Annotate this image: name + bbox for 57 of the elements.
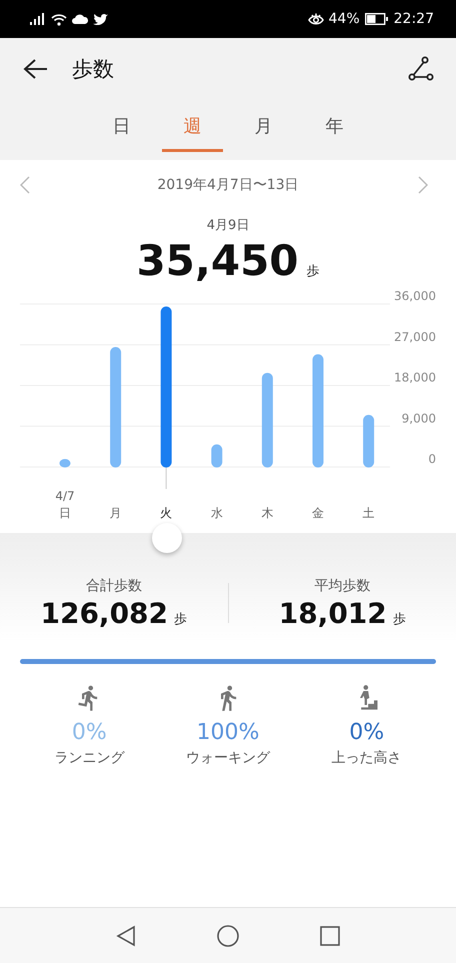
axis-label: 9,000 — [402, 411, 436, 426]
step-unit: 歩 — [174, 610, 188, 628]
stat-value: 126,082 — [40, 596, 168, 630]
day-label[interactable]: 木 — [261, 506, 274, 520]
step-unit: 歩 — [392, 610, 406, 628]
back-arrow-icon — [23, 58, 49, 80]
eye-icon — [308, 12, 324, 26]
chevron-right-icon — [418, 176, 428, 194]
period-tab[interactable]: 日 — [91, 102, 152, 152]
date-range: 2019年4月7日〜13日 — [156, 176, 300, 194]
recents-icon — [320, 926, 340, 946]
activity-percent: 100% — [196, 720, 260, 745]
period-tab[interactable]: 月 — [233, 102, 294, 152]
signal-icon — [30, 13, 46, 25]
axis-label: 36,000 — [394, 289, 436, 303]
wifi-icon — [51, 12, 67, 26]
axis-label: 0 — [428, 452, 436, 466]
selection-line — [166, 466, 167, 490]
axis-label: 27,000 — [394, 330, 436, 344]
chart-bar[interactable] — [60, 459, 70, 468]
chevron-left-icon — [20, 176, 30, 194]
chart-bar[interactable] — [160, 306, 172, 468]
selected-date: 4月9日 — [206, 217, 250, 234]
home-icon — [216, 924, 240, 948]
chart-bar[interactable] — [312, 354, 324, 468]
battery-icon — [364, 13, 389, 25]
page-title: 歩数 — [72, 56, 114, 83]
day-label[interactable]: 金 — [312, 506, 324, 520]
activity-percent: 0% — [72, 720, 107, 745]
stat-label: 平均歩数 — [314, 576, 370, 594]
activity-label: ウォーキング — [186, 749, 270, 767]
step-unit: 歩 — [306, 263, 320, 280]
activity-label: ランニング — [54, 749, 124, 767]
chart-bar[interactable] — [211, 444, 222, 468]
triangle-back-icon — [116, 924, 136, 946]
stat-label: 合計歩数 — [86, 576, 142, 594]
node-link-icon — [408, 56, 434, 82]
day-label[interactable]: 日 — [59, 506, 71, 520]
stat-value: 18,012 — [278, 596, 387, 630]
period-tab[interactable]: 年 — [304, 102, 365, 152]
day-label[interactable]: 土 — [362, 506, 375, 520]
chart-bar[interactable] — [110, 347, 122, 468]
day-label[interactable]: 水 — [210, 506, 223, 520]
bird-icon — [93, 13, 108, 25]
day-label[interactable]: 火 — [160, 506, 172, 520]
axis-label: 18,000 — [394, 370, 436, 384]
activity-label: 上った高さ — [332, 749, 402, 767]
slider-handle[interactable] — [152, 523, 182, 553]
day-label[interactable]: 月 — [110, 506, 122, 520]
battery-percent: 44% — [328, 11, 360, 27]
cloud-icon — [72, 14, 88, 24]
chart-bar[interactable] — [363, 414, 374, 468]
clock-time: 22:27 — [394, 11, 434, 27]
step-count: 35,450 — [136, 236, 299, 285]
chart-bar[interactable] — [262, 372, 273, 468]
activity-percent: 0% — [349, 720, 384, 745]
date-label: 4/7 — [55, 489, 75, 503]
